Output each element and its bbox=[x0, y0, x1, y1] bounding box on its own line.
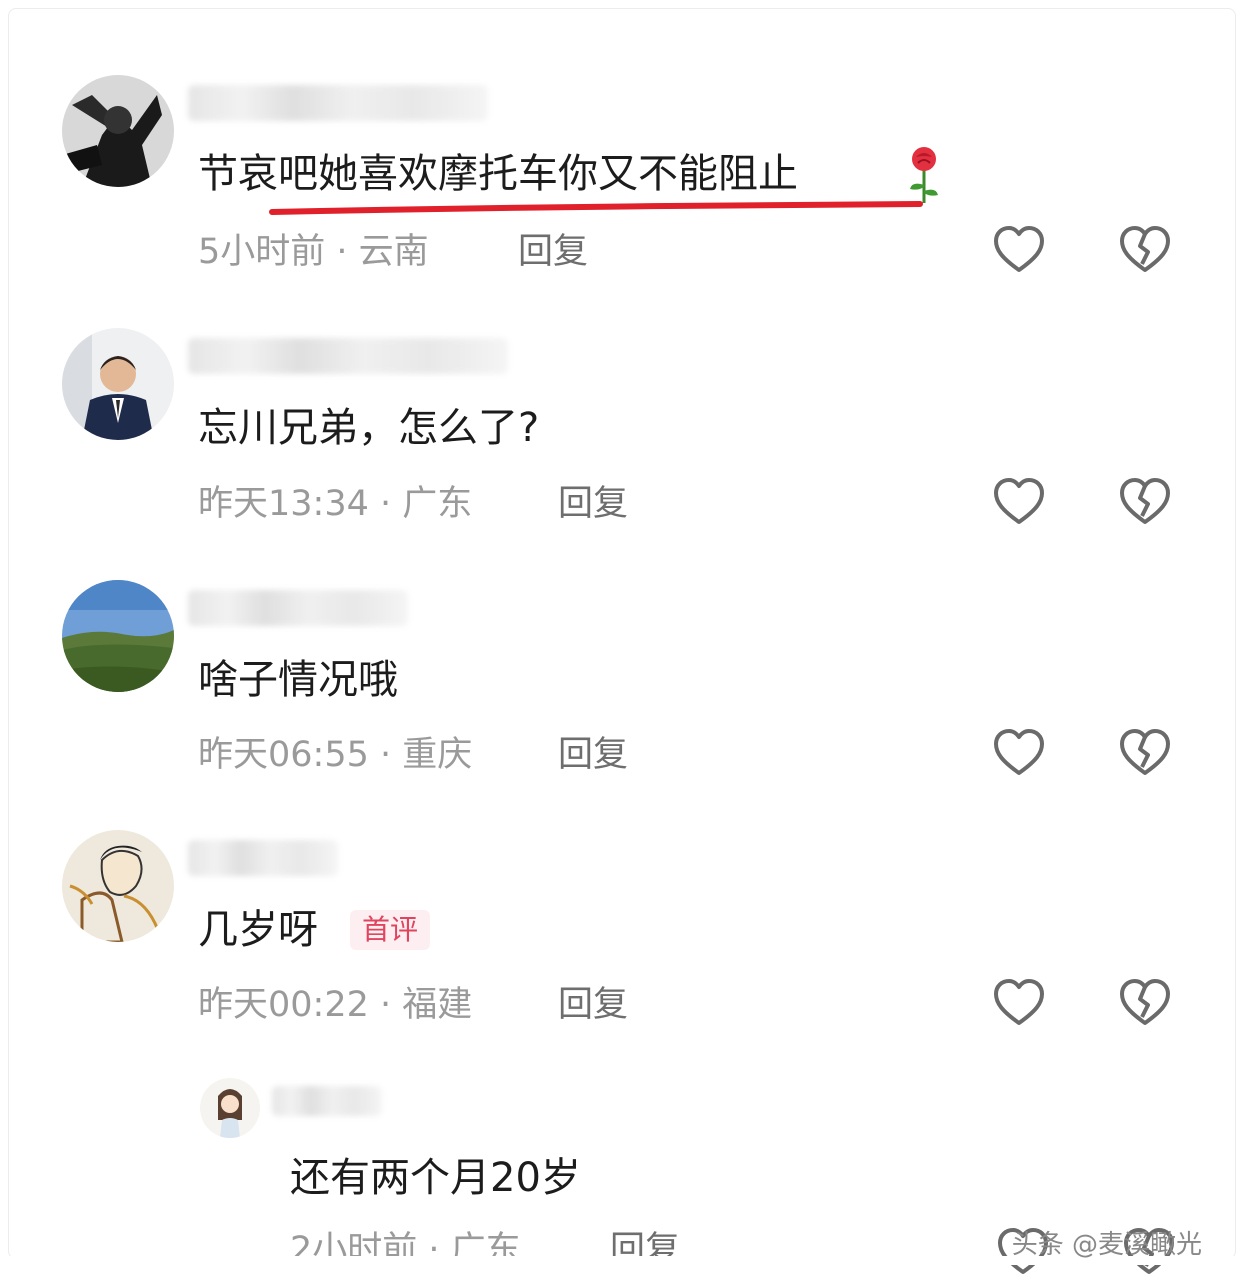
comment-text: 还有两个月20岁 bbox=[290, 1155, 581, 1201]
reply-button[interactable]: 回复 bbox=[558, 482, 628, 526]
comment-text: 啥子情况哦 bbox=[198, 657, 398, 703]
blurred-username bbox=[188, 338, 508, 374]
user-avatar[interactable] bbox=[62, 75, 174, 187]
comment-meta: 昨天00:22 · 福建 bbox=[198, 985, 473, 1025]
broken-heart-icon[interactable] bbox=[1118, 224, 1172, 278]
broken-heart-icon[interactable] bbox=[1118, 476, 1172, 530]
blurred-username bbox=[188, 85, 488, 121]
comment-meta: 昨天13:34 · 广东 bbox=[198, 484, 473, 524]
comment-text: 忘川兄弟，怎么了? bbox=[198, 405, 540, 451]
user-avatar[interactable] bbox=[62, 830, 174, 942]
user-avatar[interactable] bbox=[62, 580, 174, 692]
user-avatar[interactable] bbox=[62, 328, 174, 440]
heart-outline-icon[interactable] bbox=[992, 476, 1046, 530]
heart-outline-icon[interactable] bbox=[992, 977, 1046, 1031]
blurred-username bbox=[188, 590, 408, 626]
blurred-username bbox=[272, 1086, 382, 1116]
comment-text: 节哀吧她喜欢摩托车你又不能阻止 bbox=[198, 151, 798, 197]
blurred-username bbox=[188, 840, 338, 876]
reply-button[interactable]: 回复 bbox=[518, 230, 588, 274]
first-comment-badge: 首评 bbox=[350, 910, 431, 950]
heart-outline-icon[interactable] bbox=[992, 224, 1046, 278]
heart-outline-icon[interactable] bbox=[992, 727, 1046, 781]
comment-meta: 5小时前 · 云南 bbox=[198, 232, 429, 272]
comment-meta: 昨天06:55 · 重庆 bbox=[198, 735, 473, 775]
user-avatar[interactable] bbox=[200, 1078, 260, 1138]
reply-button[interactable]: 回复 bbox=[610, 1228, 680, 1272]
comment-text: 几岁呀 bbox=[198, 907, 318, 953]
reply-button[interactable]: 回复 bbox=[558, 733, 628, 777]
broken-heart-icon[interactable] bbox=[1118, 727, 1172, 781]
reply-button[interactable]: 回复 bbox=[558, 983, 628, 1027]
red-underline-annotation bbox=[269, 201, 923, 215]
broken-heart-icon[interactable] bbox=[1118, 977, 1172, 1031]
source-watermark: 头条 @麦溪瞰光 bbox=[1011, 1230, 1202, 1260]
comment-meta: 2小时前 · 广东 bbox=[290, 1230, 521, 1270]
